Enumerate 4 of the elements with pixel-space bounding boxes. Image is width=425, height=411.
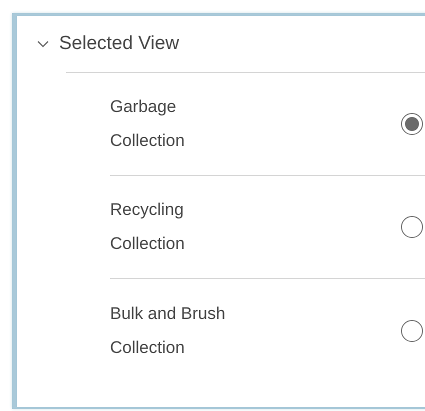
section-header[interactable]: Selected View bbox=[17, 16, 180, 72]
option-label: Garbage Collection bbox=[110, 96, 186, 152]
option-label: Bulk and Brush Collection bbox=[110, 302, 226, 358]
option-label: Recycling Collection bbox=[110, 199, 186, 255]
